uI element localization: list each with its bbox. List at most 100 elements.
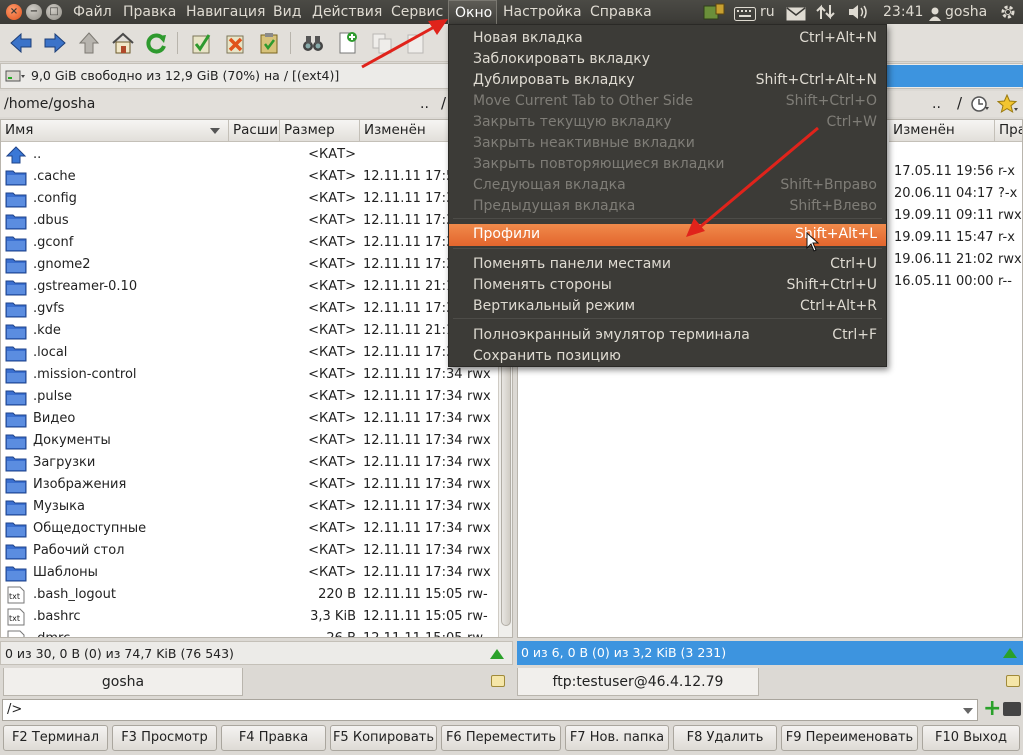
menu-help[interactable]: Справка [584,0,658,24]
table-row[interactable]: .gconf <КАТ> 12.11.11 17:3 [1,232,499,254]
keyboard-layout[interactable]: ru [760,0,775,24]
menu-settings[interactable]: Настройка [497,0,588,24]
table-row[interactable]: Рабочий стол <КАТ> 12.11.11 17:34 rwx [1,540,499,562]
terminal-icon[interactable] [1003,702,1021,716]
table-row[interactable]: .gstreamer-0.10 <КАТ> 12.11.11 21:1 [1,276,499,298]
command-history-dropdown[interactable] [958,700,978,720]
table-row[interactable]: Шаблоны <КАТ> 12.11.11 17:34 rwx [1,562,499,584]
window-close-button[interactable]: × [6,4,22,20]
table-row[interactable]: .cache <КАТ> 12.11.11 17:5 [1,166,499,188]
left-parent-dir-button[interactable]: .. [420,96,429,112]
menu-item-10[interactable]: Профили Shift+Alt+L [449,224,886,246]
f6-move-button[interactable]: F6 Переместить [441,725,561,751]
menu-view[interactable]: Вид [267,0,307,24]
f5-copy-button[interactable]: F5 Копировать [330,725,437,751]
menu-item-15[interactable]: Сохранить позицию [449,346,886,367]
menu-item-13[interactable]: Вертикальный режим Ctrl+Alt+R [449,296,886,317]
favorites-star-icon[interactable] [996,93,1019,114]
table-row[interactable]: Музыка <КАТ> 12.11.11 17:34 rwx [1,496,499,518]
menu-window[interactable]: Окно [448,0,497,24]
table-row[interactable]: 17.05.11 19:56 r-x [888,161,1022,183]
new-file-icon[interactable] [335,30,361,56]
column-header-permissions[interactable]: Пра [995,120,1022,142]
menu-actions[interactable]: Действия [306,0,388,24]
menu-navigation[interactable]: Навигация [180,0,271,24]
forward-icon[interactable] [42,30,68,56]
select-icon[interactable] [188,30,214,56]
refresh-icon[interactable] [143,30,169,56]
table-row[interactable]: .mission-control <КАТ> 12.11.11 17:34 rwx [1,364,499,386]
f8-delete-button[interactable]: F8 Удалить [673,725,777,751]
back-icon[interactable] [8,30,34,56]
table-row[interactable]: 19.09.11 15:47 r-x [888,227,1022,249]
table-row[interactable]: txt .bashrc 3,3 KiB 12.11.11 15:05 rw- [1,606,499,628]
new-tab-icon[interactable] [1006,675,1020,687]
f3-view-button[interactable]: F3 Просмотр [112,725,217,751]
right-parent-dir-button[interactable]: .. [932,96,941,112]
f10-exit-button[interactable]: F10 Выход [922,725,1020,751]
table-row[interactable]: Документы <КАТ> 12.11.11 17:34 rwx [1,430,499,452]
left-path-bar[interactable]: /home/gosha .. / [0,91,513,117]
new-tab-icon[interactable] [491,675,505,687]
left-root-dir-button[interactable]: / [441,94,446,112]
binoculars-icon[interactable] [300,30,326,56]
volume-icon[interactable] [847,4,869,20]
power-gear-icon[interactable] [999,3,1017,21]
column-header-modified[interactable]: Изменён [889,120,995,142]
drive-icon[interactable] [5,68,27,84]
menu-edit[interactable]: Правка [117,0,182,24]
table-row[interactable]: .kde <КАТ> 12.11.11 21:1 [1,320,499,342]
menu-item-11[interactable]: Поменять панели местами Ctrl+U [449,254,886,275]
command-line-input[interactable]: /> [2,699,978,721]
f4-edit-button[interactable]: F4 Правка [221,725,326,751]
keyboard-icon[interactable] [734,5,756,21]
window-maximize-button[interactable]: □ [46,4,62,20]
column-header-ext[interactable]: Расши [229,120,280,142]
history-icon[interactable] [970,95,990,113]
column-header-name[interactable]: Имя [1,120,229,142]
table-row[interactable]: .local <КАТ> 12.11.11 17:3 [1,342,499,364]
table-row[interactable]: .. <КАТ> [1,144,499,166]
clipboard-icon[interactable] [256,30,282,56]
column-header-size[interactable]: Размер [280,120,360,142]
table-row[interactable]: 19.06.11 21:02 rwx [888,249,1022,271]
table-row[interactable]: .gnome2 <КАТ> 12.11.11 17:3 [1,254,499,276]
table-row[interactable]: .config <КАТ> 12.11.11 17:3 [1,188,499,210]
clock[interactable]: 23:41 [883,0,923,24]
f9-rename-button[interactable]: F9 Переименовать [781,725,918,751]
add-command-icon[interactable]: + [983,698,1001,720]
menu-item-12[interactable]: Поменять стороны Shift+Ctrl+U [449,275,886,296]
f2-terminal-button[interactable]: F2 Терминал [3,725,108,751]
table-row[interactable]: Видео <КАТ> 12.11.11 17:34 rwx [1,408,499,430]
table-row[interactable]: Общедоступные <КАТ> 12.11.11 17:34 rwx [1,518,499,540]
tab-ftp[interactable]: ftp:testuser@46.4.12.79 [517,668,759,696]
table-row[interactable]: txt .dmrc 26 B 12.11.11 15:05 rw- [1,628,499,637]
f7-new-folder-button[interactable]: F7 Нов. папка [565,725,669,751]
menu-item-1[interactable]: Новая вкладка Ctrl+Alt+N [449,28,886,49]
table-row[interactable]: Изображения <КАТ> 12.11.11 17:34 rwx [1,474,499,496]
menu-file[interactable]: Файл [67,0,118,24]
table-row[interactable]: .gvfs <КАТ> 12.11.11 17:3 [1,298,499,320]
copy-icon[interactable] [369,30,395,56]
table-row[interactable]: txt .bash_logout 220 B 12.11.11 15:05 rw- [1,584,499,606]
home-icon[interactable] [110,30,136,56]
table-row[interactable]: .dbus <КАТ> 12.11.11 17:3 [1,210,499,232]
right-root-dir-button[interactable]: / [957,94,962,112]
menu-item-3[interactable]: Дублировать вкладку Shift+Ctrl+Alt+N [449,70,886,91]
table-row[interactable]: 19.09.11 09:11 rwx [888,205,1022,227]
user-name[interactable]: gosha [945,0,987,24]
table-row[interactable]: 16.05.11 00:00 r-- [888,271,1022,293]
network-icon[interactable] [816,3,836,21]
unselect-icon[interactable] [222,30,248,56]
left-file-list[interactable]: Имя Расши Размер Изменён .. <КАТ> .cache <К… [0,119,513,638]
table-row[interactable]: 20.06.11 04:17 ?-x [888,183,1022,205]
menu-tools[interactable]: Сервис [385,0,449,24]
mail-icon[interactable] [786,5,806,21]
menu-item-2[interactable]: Заблокировать вкладку [449,49,886,70]
table-row[interactable]: Загрузки <КАТ> 12.11.11 17:34 rwx [1,452,499,474]
menu-item-14[interactable]: Полноэкранный эмулятор терминала Ctrl+F [449,325,886,346]
left-current-path[interactable]: /home/gosha [4,96,95,112]
up-icon[interactable] [76,30,102,56]
tray-app-icon[interactable] [703,3,725,21]
tab-gosha[interactable]: gosha [3,668,243,696]
